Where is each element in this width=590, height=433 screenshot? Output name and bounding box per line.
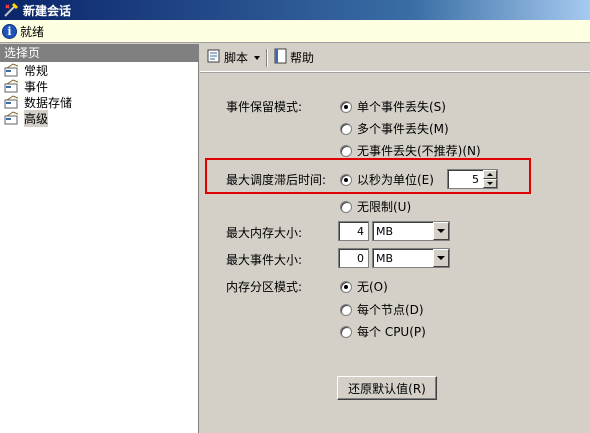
sidebar-item-label: 常规 bbox=[24, 63, 49, 78]
radio-indicator bbox=[340, 280, 352, 293]
sidebar-item-data-storage[interactable]: 数据存储 bbox=[0, 94, 198, 110]
window-title: 新建会话 bbox=[23, 3, 72, 18]
status-bar: i 就绪 bbox=[0, 20, 590, 43]
sidebar-item-advanced[interactable]: 高级 bbox=[0, 109, 198, 127]
spin-up-icon[interactable] bbox=[483, 170, 497, 179]
radio-indicator bbox=[340, 144, 352, 157]
select-page-pane: 选择页 常规 事件 数据存储 高级 bbox=[0, 44, 199, 433]
status-text: 就绪 bbox=[20, 24, 45, 39]
max-event-size-value: 0 bbox=[357, 251, 364, 265]
radio-label: 无(O) bbox=[357, 280, 388, 294]
script-icon bbox=[206, 48, 222, 67]
max-event-unit: MB bbox=[376, 251, 394, 265]
retention-mode-label: 事件保留模式: bbox=[226, 100, 303, 114]
radio-indicator bbox=[340, 200, 352, 213]
restore-defaults-label: 还原默认值(R) bbox=[348, 381, 426, 396]
sidebar-item-label: 数据存储 bbox=[24, 95, 73, 110]
radio-label: 每个 CPU(P) bbox=[357, 325, 426, 339]
spin-down-icon[interactable] bbox=[483, 179, 497, 188]
radio-indicator bbox=[340, 325, 352, 338]
page-icon bbox=[4, 111, 20, 125]
restore-defaults-button[interactable]: 还原默认值(R) bbox=[337, 376, 437, 400]
latency-seconds-spinner[interactable]: 5 bbox=[447, 169, 498, 189]
max-event-size-label: 最大事件大小: bbox=[226, 253, 303, 267]
partition-none-radio[interactable]: 无(O) bbox=[340, 278, 388, 295]
help-label: 帮助 bbox=[290, 51, 315, 65]
info-icon: i bbox=[2, 23, 17, 39]
max-memory-label: 最大内存大小: bbox=[226, 226, 303, 240]
latency-seconds-value: 5 bbox=[472, 172, 479, 186]
script-button[interactable]: 脚本 bbox=[204, 48, 262, 68]
retention-none-radio[interactable]: 无事件丢失(不推荐)(N) bbox=[340, 142, 481, 159]
latency-seconds-radio[interactable]: 以秒为单位(E) bbox=[340, 171, 434, 188]
title-bar: 新建会话 bbox=[0, 0, 590, 20]
toolbar: 脚本 帮助 bbox=[200, 44, 590, 72]
max-event-unit-select[interactable]: MB bbox=[372, 248, 450, 268]
chevron-down-icon[interactable] bbox=[254, 55, 261, 60]
radio-label: 无限制(U) bbox=[357, 200, 412, 214]
page-icon bbox=[4, 63, 20, 77]
toolbar-separator bbox=[266, 48, 269, 67]
new-session-icon bbox=[3, 2, 19, 18]
chevron-down-icon[interactable] bbox=[433, 249, 449, 267]
radio-label: 无事件丢失(不推荐)(N) bbox=[357, 144, 481, 158]
advanced-settings-panel: 事件保留模式: 单个事件丢失(S) 多个事件丢失(M) 无事件丢失(不推荐)(N… bbox=[200, 74, 590, 433]
radio-label: 每个节点(D) bbox=[357, 303, 424, 317]
select-page-header: 选择页 bbox=[0, 44, 198, 62]
sidebar-item-events[interactable]: 事件 bbox=[0, 78, 198, 94]
partition-per-cpu-radio[interactable]: 每个 CPU(P) bbox=[340, 323, 426, 340]
radio-indicator bbox=[340, 303, 352, 316]
radio-label: 多个事件丢失(M) bbox=[357, 122, 449, 136]
help-button[interactable]: 帮助 bbox=[272, 48, 316, 68]
radio-label: 以秒为单位(E) bbox=[357, 173, 434, 187]
sidebar-item-label: 事件 bbox=[24, 79, 49, 94]
radio-label: 单个事件丢失(S) bbox=[357, 100, 446, 114]
sidebar-item-general[interactable]: 常规 bbox=[0, 62, 198, 78]
max-memory-unit-select[interactable]: MB bbox=[372, 221, 450, 241]
max-dispatch-latency-label: 最大调度滞后时间: bbox=[226, 173, 327, 187]
retention-multiple-radio[interactable]: 多个事件丢失(M) bbox=[340, 120, 449, 137]
partition-per-node-radio[interactable]: 每个节点(D) bbox=[340, 301, 424, 318]
memory-partition-label: 内存分区模式: bbox=[226, 280, 303, 294]
page-icon bbox=[4, 79, 20, 93]
max-memory-unit: MB bbox=[376, 224, 394, 238]
radio-indicator bbox=[340, 122, 352, 135]
radio-indicator bbox=[340, 173, 352, 186]
max-memory-value: 4 bbox=[357, 224, 364, 238]
radio-indicator bbox=[340, 100, 352, 113]
spinner-buttons[interactable] bbox=[483, 170, 497, 188]
chevron-down-icon[interactable] bbox=[433, 222, 449, 240]
latency-unlimited-radio[interactable]: 无限制(U) bbox=[340, 198, 411, 215]
max-memory-input[interactable]: 4 bbox=[338, 221, 369, 241]
sidebar-item-label: 高级 bbox=[24, 109, 49, 127]
retention-single-radio[interactable]: 单个事件丢失(S) bbox=[340, 98, 446, 115]
script-label: 脚本 bbox=[224, 51, 249, 65]
help-icon bbox=[274, 48, 288, 67]
page-icon bbox=[4, 95, 20, 109]
max-event-size-input[interactable]: 0 bbox=[338, 248, 369, 268]
